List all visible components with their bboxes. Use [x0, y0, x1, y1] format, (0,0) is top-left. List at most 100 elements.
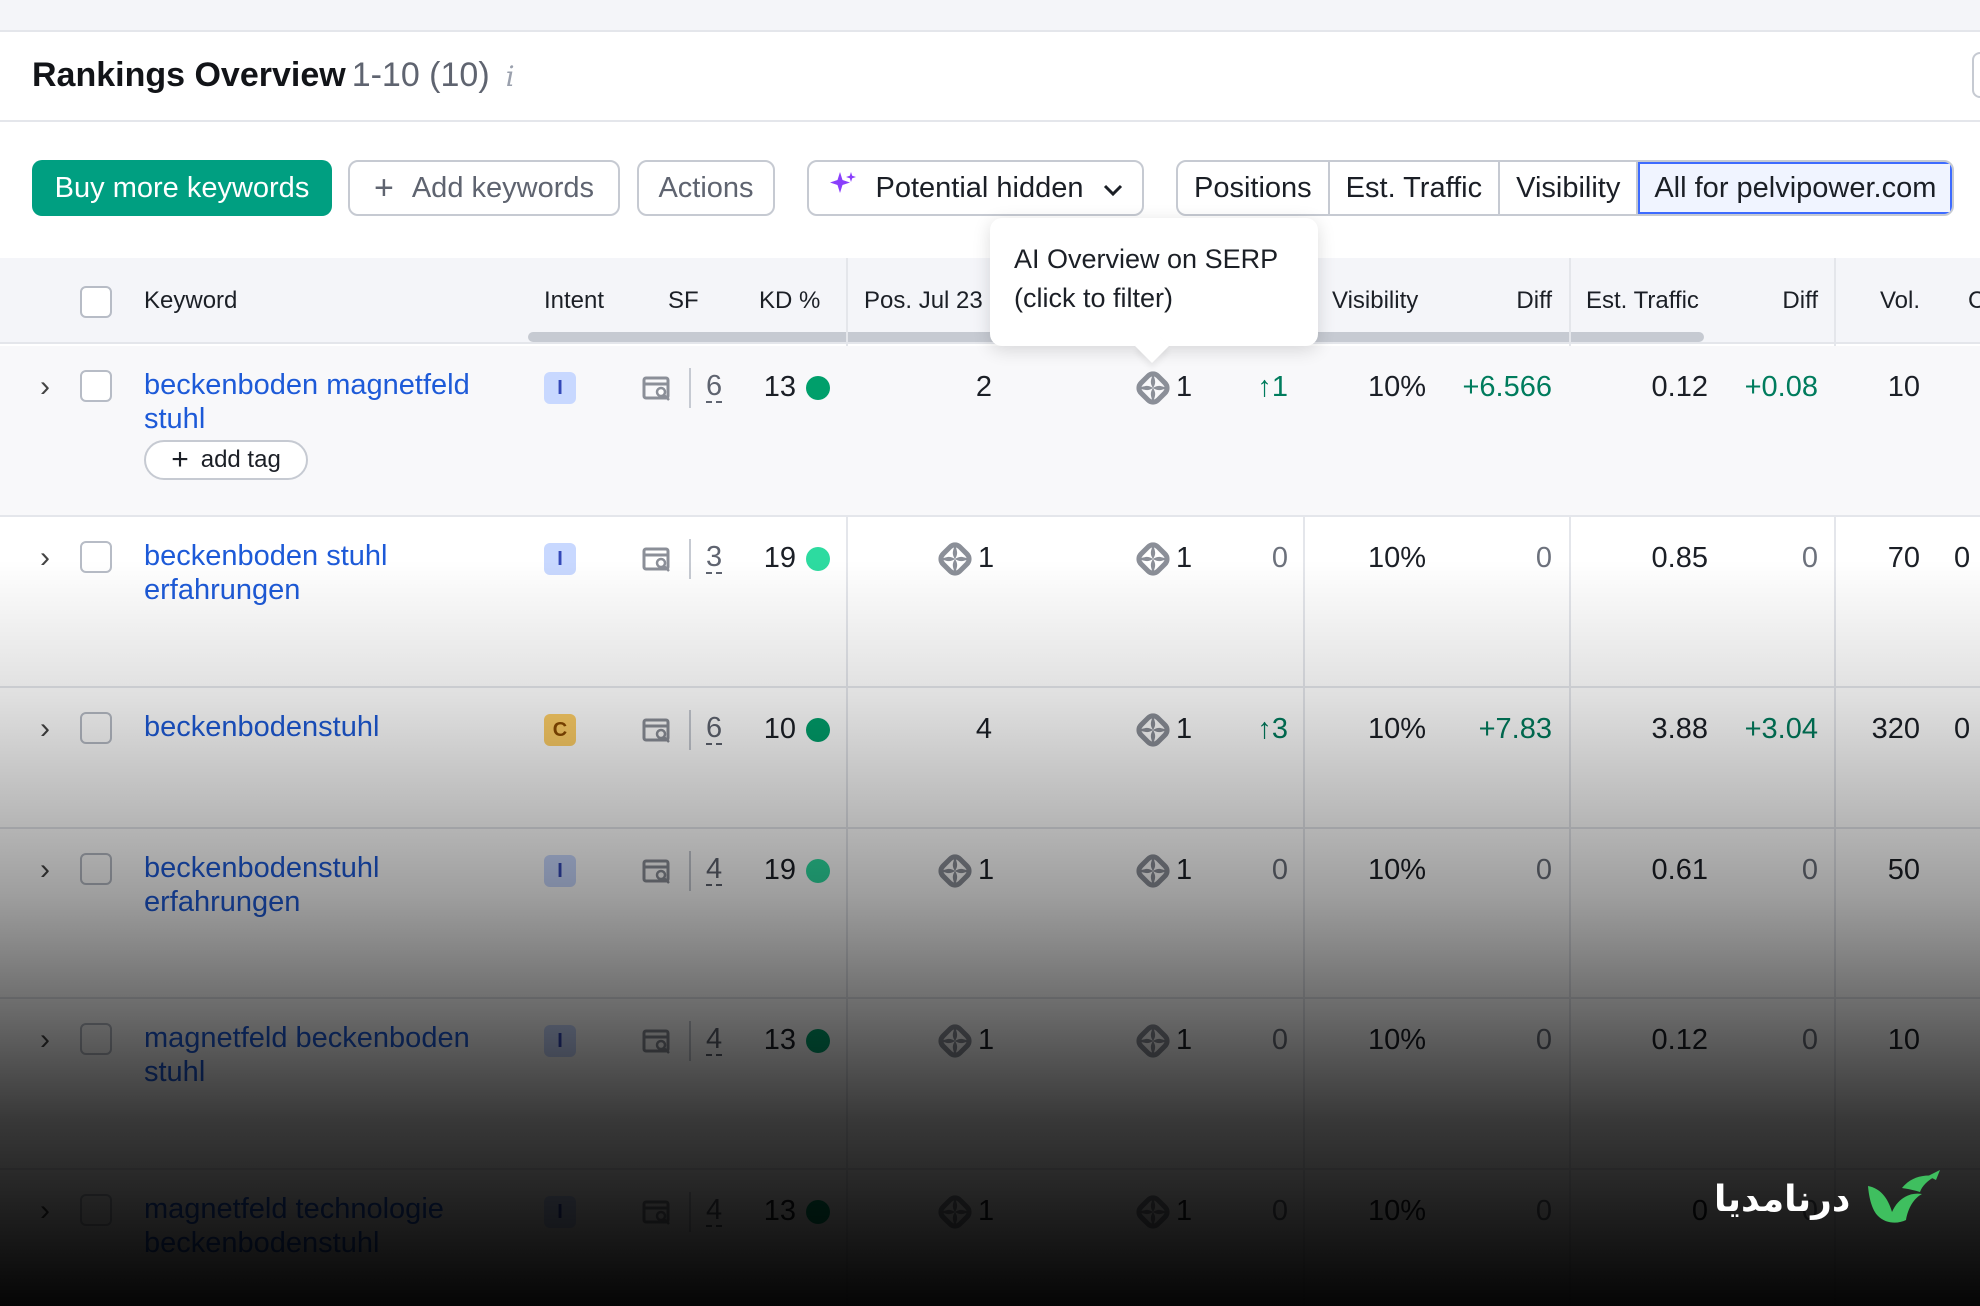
cut-column-value: 0 — [1954, 713, 1971, 745]
row-checkbox[interactable] — [80, 1194, 112, 1226]
segment-all-for-domain[interactable]: All for pelvipower.com — [1638, 162, 1953, 214]
potential-hidden-dropdown[interactable]: Potential hidden — [807, 160, 1144, 216]
serp-features-icon[interactable] — [642, 1198, 672, 1226]
table-row[interactable]: › magnetfeld beckenboden stuhl I 4 13 1 1 0 10% 0… — [0, 999, 1980, 1170]
keyword-link[interactable]: beckenbodenstuhl — [144, 710, 504, 744]
table-row[interactable]: › beckenboden stuhl erfahrungen I 3 19 1 1 0 10%… — [0, 517, 1980, 688]
chevron-down-icon — [1102, 172, 1124, 205]
buy-more-keywords-button[interactable]: Buy more keywords — [32, 160, 332, 216]
watermark-bird-icon — [1868, 1170, 1941, 1223]
ai-overview-icon[interactable] — [1136, 542, 1170, 576]
intent-badge[interactable]: I — [544, 543, 576, 575]
sf-separator — [689, 1192, 691, 1232]
intent-badge[interactable]: I — [544, 1025, 576, 1057]
kd-difficulty-dot — [806, 859, 830, 883]
cut-column-value: 0 — [1954, 542, 1971, 574]
add-keywords-button[interactable]: + Add keywords — [348, 160, 620, 216]
position-change: ↑3 — [1220, 713, 1288, 746]
expand-row-chevron-icon[interactable]: › — [40, 855, 60, 885]
ai-overview-icon[interactable] — [1136, 371, 1170, 405]
serp-features-icon[interactable] — [642, 545, 672, 573]
keyword-link[interactable]: beckenbodenstuhl erfahrungen — [144, 851, 504, 919]
position-change: 0 — [1271, 1024, 1288, 1056]
expand-row-chevron-icon[interactable]: › — [40, 372, 60, 402]
intent-badge[interactable]: I — [544, 855, 576, 887]
segment-positions[interactable]: Positions — [1178, 162, 1330, 214]
table-row[interactable]: › beckenbodenstuhl erfahrungen I 4 19 1 1 0 10% 0… — [0, 829, 1980, 999]
sparkle-icon — [828, 169, 858, 207]
ai-overview-icon[interactable] — [938, 854, 972, 888]
ai-overview-icon[interactable] — [1136, 713, 1170, 747]
expand-row-chevron-icon[interactable]: › — [40, 543, 60, 573]
keyword-link[interactable]: beckenboden stuhl erfahrungen — [144, 539, 504, 607]
visibility-value: 10% — [1367, 542, 1426, 574]
intent-badge[interactable]: I — [544, 372, 576, 404]
info-icon[interactable]: i — [506, 60, 515, 93]
col-keyword[interactable]: Keyword — [144, 258, 237, 344]
segment-visibility[interactable]: Visibility — [1500, 162, 1639, 214]
select-all-checkbox[interactable] — [80, 286, 112, 318]
serp-features-icon[interactable] — [642, 1027, 672, 1055]
visibility-diff: +6.566 — [1462, 371, 1552, 403]
kd-difficulty-dot — [806, 1029, 830, 1053]
row-checkbox[interactable] — [80, 853, 112, 885]
add-tag-label: add tag — [200, 446, 281, 473]
table-row[interactable]: › magnetfeld technologie beckenbodenstuhl… — [0, 1170, 1980, 1306]
col-volume[interactable]: Vol. — [1860, 258, 1920, 344]
position-change: ↑1 — [1220, 371, 1288, 404]
serp-features-icon[interactable] — [642, 374, 672, 402]
position-previous: 1 — [978, 542, 995, 574]
row-checkbox[interactable] — [80, 541, 112, 573]
est-traffic-diff: 0 — [1801, 1024, 1818, 1056]
ai-overview-icon[interactable] — [938, 1024, 972, 1058]
serp-features-count[interactable]: 4 — [706, 1024, 723, 1056]
expand-row-chevron-icon[interactable]: › — [40, 1025, 60, 1055]
sf-separator — [689, 368, 691, 408]
watermark-text: درنامدیا — [1714, 1178, 1851, 1220]
position-current: 1 — [1176, 1024, 1193, 1056]
row-checkbox[interactable] — [80, 370, 112, 402]
table-row[interactable]: › beckenboden magnetfeld stuhl + add tag I 6 1… — [0, 346, 1980, 517]
ai-overview-icon[interactable] — [938, 542, 972, 576]
col-traffic-diff[interactable]: Diff — [1726, 258, 1818, 344]
serp-features-count[interactable]: 6 — [706, 713, 723, 745]
est-traffic-diff: +3.04 — [1744, 713, 1818, 745]
visibility-value: 10% — [1367, 1024, 1426, 1056]
keyword-link[interactable]: magnetfeld technologie beckenbodenstuhl — [144, 1192, 504, 1260]
ai-overview-icon[interactable] — [1136, 854, 1170, 888]
sf-separator — [689, 539, 691, 579]
keyword-link[interactable]: magnetfeld beckenboden stuhl — [144, 1021, 504, 1089]
position-change-value: 1 — [1271, 371, 1288, 403]
expand-row-chevron-icon[interactable]: › — [40, 1196, 60, 1226]
position-change: 0 — [1271, 542, 1288, 574]
ai-overview-icon[interactable] — [1136, 1024, 1170, 1058]
edge-control[interactable] — [1972, 52, 1980, 98]
ai-overview-icon[interactable] — [938, 1195, 972, 1229]
actions-button[interactable]: Actions — [637, 160, 775, 216]
ai-overview-icon[interactable] — [1136, 1195, 1170, 1229]
serp-features-count[interactable]: 3 — [706, 542, 723, 574]
expand-row-chevron-icon[interactable]: › — [40, 714, 60, 744]
visibility-diff: +7.83 — [1478, 713, 1552, 745]
volume-value: 10 — [1887, 371, 1920, 403]
serp-features-count[interactable]: 6 — [706, 371, 723, 403]
volume-value: 50 — [1887, 854, 1920, 886]
segment-est-traffic[interactable]: Est. Traffic — [1330, 162, 1501, 214]
row-checkbox[interactable] — [80, 1023, 112, 1055]
serp-features-icon[interactable] — [642, 857, 672, 885]
serp-features-icon[interactable] — [642, 716, 672, 744]
row-checkbox[interactable] — [80, 712, 112, 744]
serp-features-count[interactable]: 4 — [706, 1195, 723, 1227]
table-row[interactable]: › beckenbodenstuhl C 6 10 4 1 ↑3 10% +7.83 3.88 +3.… — [0, 688, 1980, 829]
add-tag-button[interactable]: + add tag — [144, 440, 308, 480]
position-current: 1 — [1176, 371, 1193, 403]
position-previous: 2 — [975, 371, 992, 403]
keyword-link[interactable]: beckenboden magnetfeld stuhl — [144, 368, 504, 436]
intent-badge[interactable]: I — [544, 1196, 576, 1228]
serp-features-count[interactable]: 4 — [706, 854, 723, 886]
est-traffic-diff: +0.08 — [1744, 371, 1818, 403]
intent-badge[interactable]: C — [544, 714, 576, 746]
kd-difficulty-dot — [806, 547, 830, 571]
est-traffic-diff: 0 — [1801, 542, 1818, 574]
sf-separator — [689, 1021, 691, 1061]
